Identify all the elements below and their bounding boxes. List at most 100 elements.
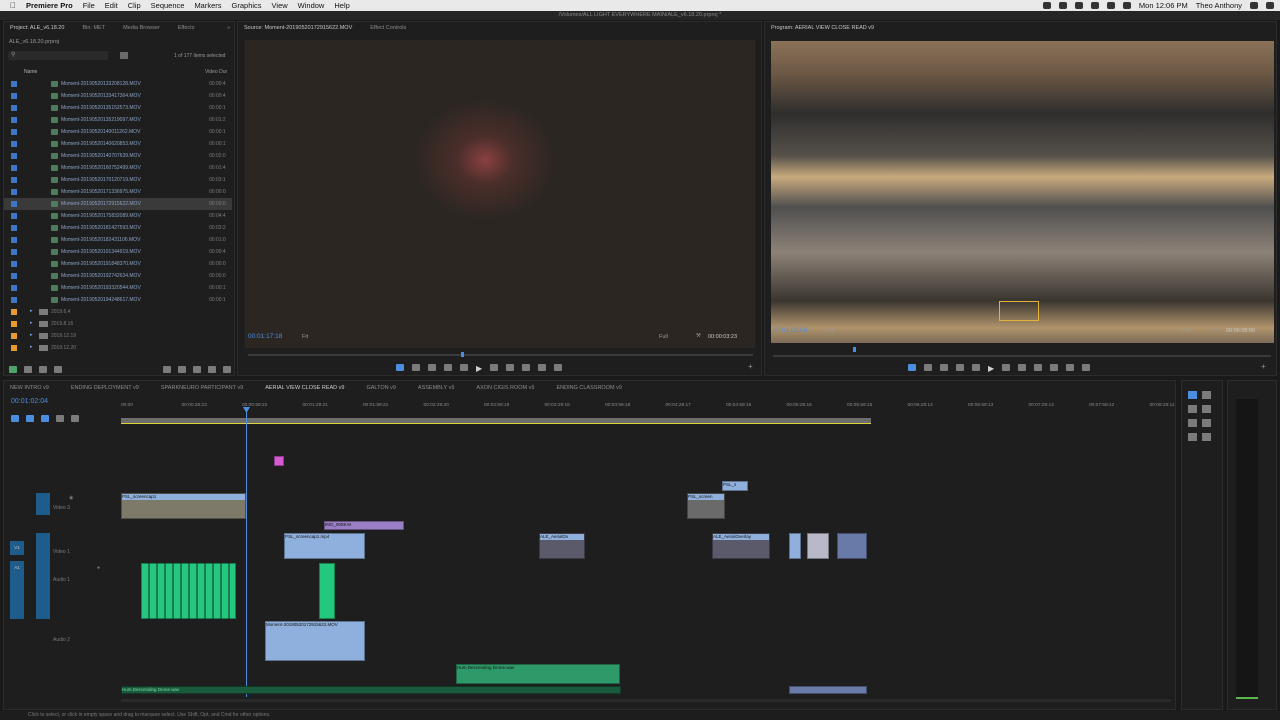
project-file-row[interactable]: Moment-20190520135152573.MOV 00:00:1 <box>4 102 232 114</box>
source-scrubber[interactable] <box>248 354 753 356</box>
program-go-to-out-icon[interactable] <box>1018 364 1027 371</box>
tab-effect-controls[interactable]: Effect Controls <box>370 25 406 31</box>
label-color-swatch[interactable] <box>11 273 17 279</box>
clip-v2-img[interactable]: IMG_9059.M <box>324 521 404 530</box>
search-input[interactable]: ⚲ <box>8 51 108 60</box>
program-mark-in-icon[interactable] <box>924 364 932 371</box>
marker-icon[interactable] <box>396 364 404 371</box>
timeline-timecode[interactable]: 00:01:02:04 <box>11 398 48 405</box>
tab-bin[interactable]: Bin: MET <box>82 25 105 31</box>
bin-label-swatch[interactable] <box>11 309 17 315</box>
clip-v4-psl[interactable]: PSL_s <box>722 481 748 491</box>
program-scrubber[interactable] <box>773 355 1271 357</box>
menu-edit[interactable]: Edit <box>105 1 118 10</box>
program-fit-dropdown[interactable]: Fit <box>827 328 833 334</box>
apple-menu-icon[interactable]:  <box>6 1 20 10</box>
label-color-swatch[interactable] <box>11 213 17 219</box>
mark-in-icon[interactable] <box>412 364 420 371</box>
tab-new-intro[interactable]: NEW INTRO v9 <box>10 385 49 391</box>
status-icon-3[interactable] <box>1074 2 1083 9</box>
program-go-to-in-icon[interactable] <box>956 364 964 371</box>
clip-a3-drone[interactable]: Hum.Descending Drone.wav <box>456 664 620 684</box>
project-file-row[interactable]: Moment-20190520135219097.MOV 00:01:2 <box>4 114 232 126</box>
program-add-button-icon[interactable]: + <box>1261 362 1266 371</box>
time-ruler[interactable]: 00:00 00:00:29:23 00:00:59:22 00:01:29:21 00… <box>121 403 1174 413</box>
track-target-v1[interactable] <box>36 533 50 561</box>
project-file-row[interactable]: Moment-20190520191848370.MOV 00:00:0 <box>4 258 232 270</box>
clip-v3-screen[interactable]: PSL_screen <box>687 493 725 519</box>
step-back-icon[interactable] <box>460 364 468 371</box>
project-file-row[interactable]: Moment-20190520182431106.MOV 00:01:0 <box>4 234 232 246</box>
write-lock-icon[interactable] <box>9 365 17 373</box>
label-color-swatch[interactable] <box>11 297 17 303</box>
timeline-scrollbar[interactable] <box>121 699 1171 702</box>
project-file-row[interactable]: Moment-20190520192742634.MOV 00:00:0 <box>4 270 232 282</box>
icon-view-icon[interactable] <box>39 365 47 373</box>
wifi-icon[interactable] <box>1090 2 1099 9</box>
insert-icon[interactable] <box>522 364 531 371</box>
menu-help[interactable]: Help <box>334 1 349 10</box>
program-mark-out-icon[interactable] <box>940 364 948 371</box>
pen-tool-icon[interactable] <box>1202 419 1211 427</box>
project-file-row[interactable]: Moment-20190520172915622.MOV 00:00:0 <box>4 198 232 210</box>
new-item-icon[interactable] <box>208 365 216 373</box>
clip-v3-screencap[interactable]: PSL_screencap1 <box>121 493 246 519</box>
razor-tool-icon[interactable] <box>1202 405 1211 413</box>
tab-sparkneuro[interactable]: SPARKNEURO PARTICIPANT v9 <box>161 385 243 391</box>
clear-icon[interactable] <box>223 365 231 373</box>
project-file-row[interactable]: Moment-20190520140707639.MOV 00:02:0 <box>4 150 232 162</box>
label-color-swatch[interactable] <box>11 81 17 87</box>
program-marker-icon[interactable] <box>908 364 916 371</box>
project-bin-row[interactable]: ▸ 2019.6.4 <box>4 306 232 318</box>
status-icon-1[interactable] <box>1042 2 1051 9</box>
go-to-in-icon[interactable] <box>444 364 452 371</box>
label-color-swatch[interactable] <box>11 177 17 183</box>
tab-galton[interactable]: GALTON v9 <box>366 385 395 391</box>
program-timecode[interactable]: 00:01:02:04 <box>773 327 807 334</box>
program-full-dropdown[interactable]: Full <box>1181 328 1190 334</box>
source-patch-v1[interactable]: V1 <box>10 541 24 555</box>
clip-pink-marker[interactable] <box>274 456 284 466</box>
program-wrench-icon[interactable]: ⚒ <box>1213 327 1218 333</box>
add-marker-icon[interactable] <box>41 415 49 422</box>
clip-v1-screencap[interactable]: PSL_screencap1.mp4 <box>284 533 365 559</box>
tab-program[interactable]: Program: AERIAL VIEW CLOSE READ v9 <box>771 25 874 31</box>
eye-icon[interactable]: ◉ <box>69 495 73 501</box>
clip-v1-aerial-a[interactable]: ALE_AerialOv <box>539 533 585 559</box>
label-color-swatch[interactable] <box>11 201 17 207</box>
clip-v1-e[interactable] <box>837 533 867 559</box>
bin-label-swatch[interactable] <box>11 345 17 351</box>
tab-axon[interactable]: AXON CIGIS ROOM v9 <box>476 385 534 391</box>
menu-graphics[interactable]: Graphics <box>232 1 262 10</box>
new-bin-bottom-icon[interactable] <box>193 365 201 373</box>
tab-effects[interactable]: Effects <box>178 25 195 31</box>
source-timecode[interactable]: 00:01:17:18 <box>248 333 282 340</box>
ripple-edit-tool-icon[interactable] <box>1188 405 1197 413</box>
menu-view[interactable]: View <box>272 1 288 10</box>
project-bin-row[interactable]: ▸ 2019.12.19 <box>4 330 232 342</box>
source-full-dropdown[interactable]: Full <box>659 334 668 340</box>
clip-a4-drone[interactable]: Hum.Descending Drone.wav <box>121 686 621 694</box>
source-fit-dropdown[interactable]: Fit <box>302 334 308 340</box>
label-color-swatch[interactable] <box>11 285 17 291</box>
program-video-frame[interactable] <box>771 41 1274 343</box>
program-export-frame-icon[interactable] <box>1066 364 1075 371</box>
extract-icon[interactable] <box>1050 364 1059 371</box>
program-playhead[interactable] <box>853 347 856 352</box>
clip-a2-moment[interactable]: Moment-20190520172915622.MOV <box>265 621 365 661</box>
program-play-icon[interactable]: ▶ <box>988 364 994 373</box>
add-button-icon[interactable]: + <box>748 362 753 371</box>
source-video-frame[interactable] <box>245 40 755 348</box>
clock[interactable]: Mon 12:06 PM <box>1139 1 1188 10</box>
more-icon[interactable]: » <box>227 25 230 31</box>
mic-icon[interactable]: ● <box>97 565 100 571</box>
tab-ending-deployment[interactable]: ENDING DEPLOYMENT v9 <box>71 385 139 391</box>
label-color-swatch[interactable] <box>11 141 17 147</box>
program-step-back-icon[interactable] <box>972 364 980 371</box>
bin-label-swatch[interactable] <box>11 333 17 339</box>
bin-label-swatch[interactable] <box>11 321 17 327</box>
app-menu[interactable]: Premiere Pro <box>26 1 73 10</box>
disclosure-triangle-icon[interactable]: ▸ <box>30 320 33 326</box>
label-color-swatch[interactable] <box>11 249 17 255</box>
automate-icon[interactable] <box>163 365 171 373</box>
